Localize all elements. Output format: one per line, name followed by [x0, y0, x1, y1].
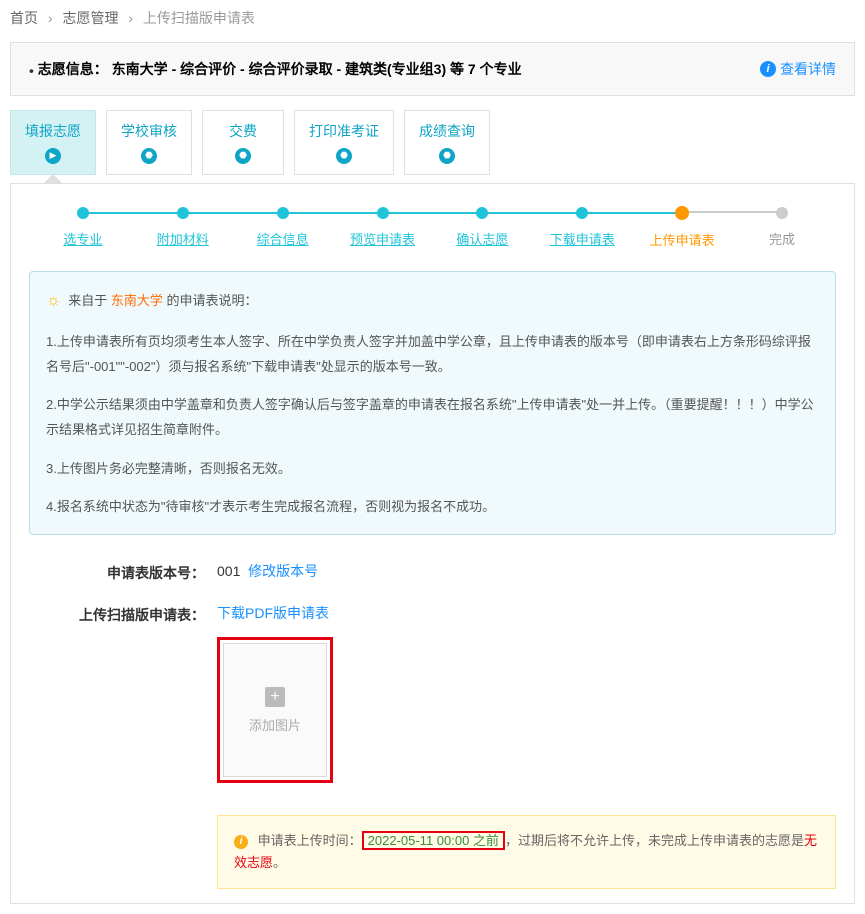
main-tabs: 填报志愿 ▶ 学校审核 ⬣ 交费 ⬣ 打印准考证 ⬣ 成绩查询 ⬣ — [0, 110, 865, 175]
tab-fill-volunteer[interactable]: 填报志愿 ▶ — [10, 110, 96, 175]
tab-score-query[interactable]: 成绩查询 ⬣ — [404, 110, 490, 175]
step-complete: 完成 — [732, 207, 832, 248]
info-bar: • 志愿信息： 东南大学 - 综合评价 - 综合评价录取 - 建筑类(专业组3)… — [10, 42, 855, 96]
notice-box: ☼ 来自于 东南大学 的申请表说明： 1.上传申请表所有页均须考生本人签字、所在… — [29, 271, 836, 536]
download-pdf-link[interactable]: 下载PDF版申请表 — [217, 605, 329, 621]
progress-stepper: 选专业 附加材料 综合信息 预览申请表 确认志愿 下载申请表 上传申请表 完成 — [29, 206, 836, 249]
hex-icon: ⬣ — [336, 148, 352, 164]
breadcrumb-manage[interactable]: 志愿管理 — [62, 10, 118, 26]
view-detail-link[interactable]: i 查看详情 — [760, 59, 836, 79]
version-value: 001 — [217, 563, 240, 579]
deadline-value: 2022-05-11 00:00 之前 — [362, 831, 505, 850]
notice-item-3: 3.上传图片务必完整清晰，否则报名无效。 — [46, 457, 819, 482]
edit-version-link[interactable]: 修改版本号 — [248, 563, 318, 579]
play-icon: ▶ — [45, 148, 61, 164]
bullet-icon: • — [29, 62, 34, 78]
content-panel: 选专业 附加材料 综合信息 预览申请表 确认志愿 下载申请表 上传申请表 完成 … — [10, 183, 855, 905]
tab-payment[interactable]: 交费 ⬣ — [202, 110, 284, 175]
version-row: 申请表版本号： 001 修改版本号 — [29, 557, 836, 599]
warning-icon: i — [234, 835, 248, 849]
notice-item-1: 1.上传申请表所有页均须考生本人签字、所在中学负责人签字并加盖中学公章，且上传申… — [46, 330, 819, 379]
tab-print-ticket[interactable]: 打印准考证 ⬣ — [294, 110, 394, 175]
notice-item-4: 4.报名系统中状态为"待审核"才表示考生完成报名流程，否则视为报名不成功。 — [46, 495, 819, 520]
bulb-icon: ☼ — [46, 292, 61, 309]
upload-row: 上传扫描版申请表： 下载PDF版申请表 + 添加图片 — [29, 599, 836, 799]
add-image-button[interactable]: + 添加图片 — [223, 643, 327, 777]
info-icon: i — [760, 61, 776, 77]
deadline-warning: i 申请表上传时间：2022-05-11 00:00 之前，过期后将不允许上传，… — [217, 815, 836, 889]
breadcrumb-current: 上传扫描版申请表 — [143, 10, 255, 26]
chevron-right-icon: › — [48, 10, 53, 26]
info-text: 东南大学 - 综合评价 - 综合评价录取 - 建筑类(专业组3) 等 7 个专业 — [112, 61, 522, 77]
hex-icon: ⬣ — [235, 148, 251, 164]
tab-school-review[interactable]: 学校审核 ⬣ — [106, 110, 192, 175]
university-name: 东南大学 — [111, 293, 163, 308]
plus-icon: + — [265, 687, 285, 707]
step-select-major[interactable]: 选专业 — [33, 207, 133, 248]
hex-icon: ⬣ — [141, 148, 157, 164]
breadcrumb: 首页 › 志愿管理 › 上传扫描版申请表 — [0, 0, 865, 36]
info-prefix: 志愿信息： — [38, 61, 108, 77]
upload-highlight-border: + 添加图片 — [217, 637, 333, 783]
chevron-right-icon: › — [128, 10, 133, 26]
breadcrumb-home[interactable]: 首页 — [10, 10, 38, 26]
hex-icon: ⬣ — [439, 148, 455, 164]
notice-item-2: 2.中学公示结果须由中学盖章和负责人签字确认后与签字盖章的申请表在报名系统"上传… — [46, 393, 819, 442]
